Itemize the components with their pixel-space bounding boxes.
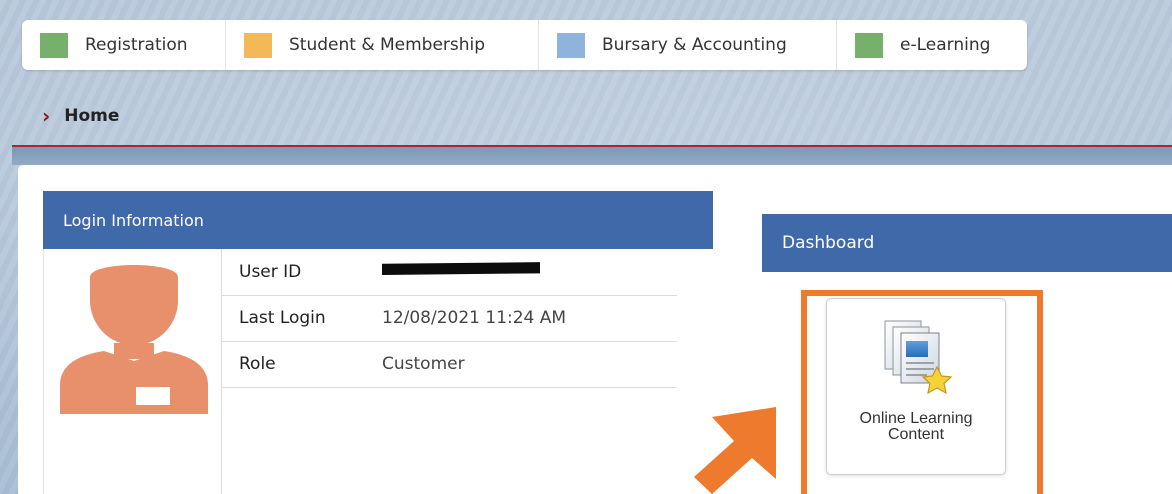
student-membership-icon: [244, 32, 272, 58]
user-id-value: [370, 249, 677, 296]
tab-e-learning[interactable]: e-Learning: [837, 20, 1027, 70]
registration-icon: [40, 32, 68, 58]
tile-label: Online Learning Content: [827, 411, 1005, 443]
breadcrumb: › Home: [42, 106, 119, 126]
table-row: User ID: [222, 249, 677, 296]
user-avatar-icon: [60, 265, 208, 414]
chevron-right-icon: ›: [42, 104, 51, 128]
last-login-label: Last Login: [222, 295, 370, 342]
last-login-value: 12/08/2021 11:24 AM: [370, 295, 677, 342]
tab-student-membership[interactable]: Student & Membership: [226, 20, 539, 70]
divider-strip: [12, 147, 1172, 165]
tile-label-line1: Online Learning: [859, 410, 973, 427]
tab-bursary-accounting[interactable]: Bursary & Accounting: [539, 20, 837, 70]
documents-star-icon: [884, 320, 953, 395]
redacted-user-id: [382, 262, 540, 275]
role-label: Role: [222, 341, 370, 388]
tab-registration[interactable]: Registration: [22, 20, 226, 70]
tab-label: Student & Membership: [289, 35, 486, 55]
table-row: Last Login 12/08/2021 11:24 AM: [222, 295, 677, 342]
tab-label: Bursary & Accounting: [602, 35, 787, 55]
tab-label: e-Learning: [900, 35, 991, 55]
login-info-table: User ID Last Login 12/08/2021 11:24 AM R…: [222, 249, 677, 388]
online-learning-content-tile[interactable]: Online Learning Content: [826, 298, 1006, 475]
login-information-panel: Login Information User ID Last Login 12/…: [43, 191, 713, 494]
login-information-header: Login Information: [43, 191, 713, 249]
module-tabs: Registration Student & Membership Bursar…: [22, 20, 1027, 70]
user-id-label: User ID: [222, 249, 370, 296]
table-row: Role Customer: [222, 341, 677, 388]
login-information-body: User ID Last Login 12/08/2021 11:24 AM R…: [43, 249, 713, 494]
breadcrumb-home[interactable]: Home: [64, 106, 119, 126]
tile-label-line2: Content: [887, 426, 945, 443]
bursary-accounting-icon: [557, 32, 585, 58]
tab-label: Registration: [85, 35, 188, 55]
e-learning-icon: [855, 32, 883, 58]
dashboard-header: Dashboard: [762, 214, 1172, 272]
role-value: Customer: [370, 341, 677, 388]
pointer-arrow-icon: [694, 407, 776, 494]
